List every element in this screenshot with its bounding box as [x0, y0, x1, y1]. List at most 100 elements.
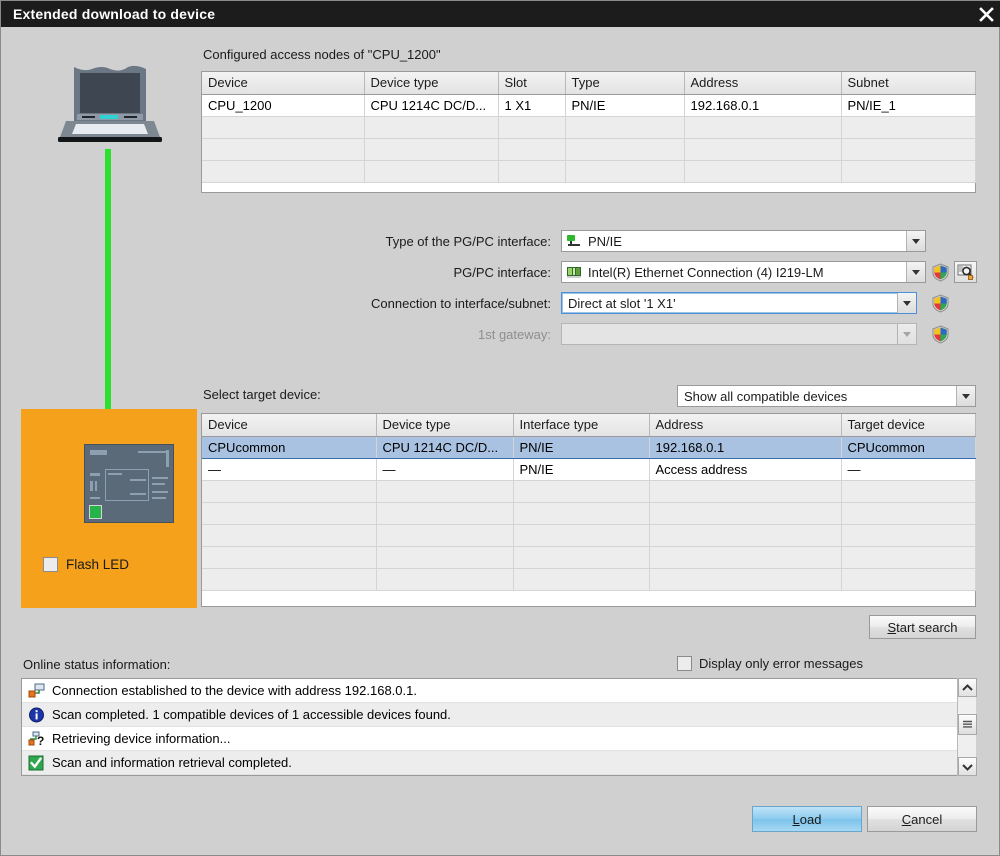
connection-subnet-value: Direct at slot '1 X1' — [568, 295, 676, 311]
globe-properties-icon[interactable] — [931, 325, 950, 344]
status-text: Retrieving device information... — [52, 731, 231, 746]
pg-pc-interface-type-value: PN/IE — [588, 233, 622, 249]
scroll-down-arrow[interactable] — [958, 757, 977, 776]
cell-device-type: CPU 1214C DC/D... — [376, 435, 514, 459]
chevron-down-icon[interactable] — [956, 386, 975, 406]
status-list-scrollbar[interactable] — [957, 678, 977, 776]
cancel-accel: C — [901, 811, 912, 827]
pg-pc-interface-row: PG/PC interface: Intel(R) Ethernet Conne… — [281, 261, 926, 283]
pg-pc-interface-combo[interactable]: Intel(R) Ethernet Connection (4) I219-LM — [561, 261, 926, 283]
load-button[interactable]: Load — [752, 806, 862, 832]
col-subnet[interactable]: Subnet — [841, 72, 976, 95]
list-item[interactable]: Scan and information retrieval completed… — [22, 751, 975, 775]
col-device[interactable]: Device — [202, 72, 365, 95]
cell-device: CPUcommon — [202, 435, 377, 459]
plc-device-icon — [84, 444, 174, 523]
svg-text:?: ? — [37, 734, 44, 747]
list-item[interactable]: ? Retrieving device information... — [22, 727, 975, 751]
col-type[interactable]: Type — [565, 72, 685, 95]
col-address[interactable]: Address — [684, 72, 842, 95]
cell-device: CPU_1200 — [202, 94, 365, 117]
flash-led-label: Flash LED — [66, 557, 130, 572]
cell-device-type: CPU 1214C DC/D... — [364, 94, 499, 117]
retrieving-info-icon: ? — [28, 731, 46, 748]
status-text: Scan completed. 1 compatible devices of … — [52, 707, 451, 722]
status-text: Scan and information retrieval completed… — [52, 755, 292, 770]
success-check-icon — [28, 755, 46, 771]
table-row-empty[interactable] — [202, 546, 976, 569]
network-card-icon — [566, 265, 582, 279]
error-filter-control[interactable]: Display only error messages — [677, 656, 863, 671]
online-status-caption: Online status information: — [23, 657, 171, 672]
first-gateway-label: 1st gateway: — [478, 326, 551, 342]
laptop-icon — [56, 61, 164, 151]
table-row[interactable]: CPU_1200 CPU 1214C DC/D... 1 X1 PN/IE 19… — [202, 94, 976, 117]
window-title: Extended download to device — [13, 6, 216, 22]
table-row-empty[interactable] — [202, 160, 976, 183]
scroll-up-arrow[interactable] — [958, 678, 977, 697]
search-network-icon[interactable] — [954, 261, 977, 283]
list-item[interactable]: Scan completed. 1 compatible devices of … — [22, 703, 975, 727]
extended-download-dialog: Extended download to device Flash LED Co… — [0, 0, 1000, 856]
flash-led-checkbox[interactable] — [43, 557, 58, 572]
select-target-device-caption: Select target device: — [203, 387, 321, 402]
col-target-device[interactable]: Target device — [841, 414, 976, 437]
table-row-empty[interactable] — [202, 524, 976, 547]
cell-device: — — [202, 458, 377, 481]
table-row-empty[interactable] — [202, 480, 976, 503]
cell-address: 192.168.0.1 — [684, 94, 842, 117]
scrollbar-thumb[interactable] — [958, 714, 977, 735]
connection-subnet-combo[interactable]: Direct at slot '1 X1' — [561, 292, 917, 314]
list-item[interactable]: Connection established to the device wit… — [22, 679, 975, 703]
table-row-empty[interactable] — [202, 116, 976, 139]
table-row-selected[interactable]: CPUcommon CPU 1214C DC/D... PN/IE 192.16… — [202, 435, 976, 459]
chevron-down-icon[interactable] — [897, 293, 916, 313]
cell-device-type: — — [376, 458, 514, 481]
globe-properties-icon[interactable] — [931, 263, 950, 282]
col-device[interactable]: Device — [202, 414, 377, 437]
table-row[interactable]: — — PN/IE Access address — — [202, 458, 976, 481]
col-address[interactable]: Address — [649, 414, 842, 437]
cell-address: 192.168.0.1 — [649, 435, 842, 459]
plc-status-led — [89, 505, 102, 519]
device-filter-combo[interactable]: Show all compatible devices — [677, 385, 976, 407]
connection-established-icon — [28, 683, 46, 699]
chevron-down-icon[interactable] — [906, 231, 925, 251]
cancel-button[interactable]: Cancel — [867, 806, 977, 832]
cell-address: Access address — [649, 458, 842, 481]
first-gateway-row: 1st gateway: — [281, 323, 917, 345]
table-header-row: Device Device type Interface type Addres… — [202, 414, 976, 437]
display-errors-checkbox[interactable] — [677, 656, 692, 671]
cell-interface-type: PN/IE — [513, 458, 650, 481]
title-bar: Extended download to device — [1, 1, 1000, 27]
target-devices-table[interactable]: Device Device type Interface type Addres… — [201, 413, 976, 607]
cell-subnet: PN/IE_1 — [841, 94, 976, 117]
chevron-down-icon[interactable] — [906, 262, 925, 282]
start-search-button[interactable]: Start search — [869, 615, 976, 639]
cell-slot: 1 X1 — [498, 94, 566, 117]
status-text: Connection established to the device wit… — [52, 683, 417, 698]
close-icon[interactable] — [971, 1, 1000, 27]
configured-nodes-table[interactable]: Device Device type Slot Type Address Sub… — [201, 71, 976, 193]
pg-pc-interface-type-combo[interactable]: PN/IE — [561, 230, 926, 252]
col-slot[interactable]: Slot — [498, 72, 566, 95]
col-device-type[interactable]: Device type — [364, 72, 499, 95]
chevron-down-icon — [897, 324, 916, 344]
flash-led-control[interactable]: Flash LED — [43, 557, 129, 572]
globe-properties-icon[interactable] — [931, 294, 950, 313]
table-row-empty[interactable] — [202, 568, 976, 591]
start-search-label: tart search — [896, 619, 958, 635]
pg-pc-interface-type-label: Type of the PG/PC interface: — [385, 233, 551, 249]
table-row-empty[interactable] — [202, 138, 976, 161]
device-filter-value: Show all compatible devices — [684, 388, 848, 404]
table-row-empty[interactable] — [202, 502, 976, 525]
col-device-type[interactable]: Device type — [376, 414, 514, 437]
cancel-label: ancel — [911, 811, 943, 827]
pnie-interface-icon — [566, 234, 582, 248]
load-accel: L — [792, 811, 800, 827]
network-cable — [105, 149, 111, 434]
table-header-row: Device Device type Slot Type Address Sub… — [202, 72, 976, 95]
first-gateway-combo — [561, 323, 917, 345]
status-message-list[interactable]: Connection established to the device wit… — [21, 678, 976, 776]
col-interface-type[interactable]: Interface type — [513, 414, 650, 437]
